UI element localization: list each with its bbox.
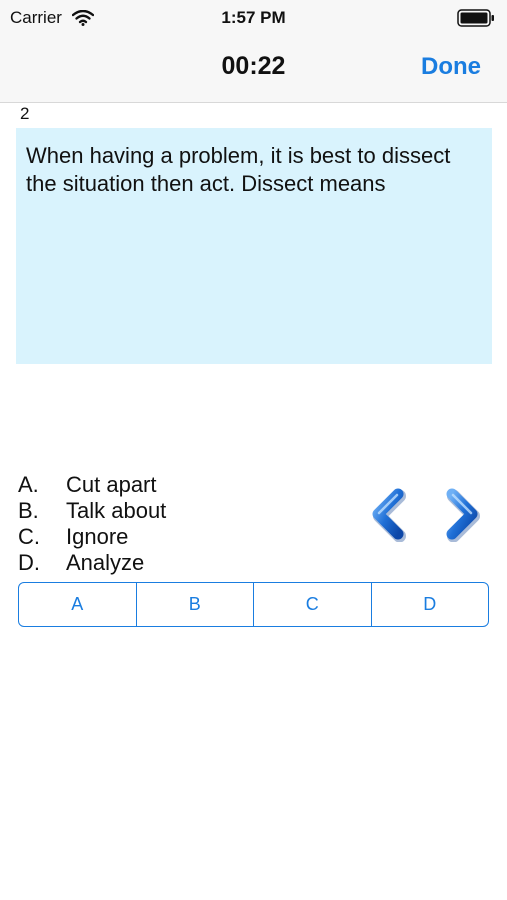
answer-letter: D. [18, 550, 40, 575]
choice-b-button[interactable]: B [137, 583, 254, 626]
question-number: 2 [20, 104, 30, 123]
chevron-right-icon[interactable] [440, 486, 484, 542]
answer-segmented-control: A B C D [18, 582, 489, 627]
navigation-bar: 00:22 Done [0, 36, 507, 103]
answer-text: Ignore [66, 524, 129, 549]
status-bar: Carrier 1:57 PM [0, 0, 507, 36]
answer-text: Cut apart [66, 472, 157, 497]
choice-d-button[interactable]: D [372, 583, 489, 626]
answer-option-a: A. Cut apart [18, 472, 166, 498]
answer-letter: A. [18, 472, 39, 497]
battery-icon [457, 9, 494, 27]
answer-letter: C. [18, 524, 40, 549]
choice-c-button[interactable]: C [254, 583, 372, 626]
chevron-left-icon[interactable] [366, 486, 410, 542]
answer-option-d: D. Analyze [18, 550, 166, 576]
answer-text: Analyze [66, 550, 145, 575]
choice-a-button[interactable]: A [19, 583, 137, 626]
question-text: When having a problem, it is best to dis… [16, 128, 492, 364]
answer-list: A. Cut apart B. Talk about C. Ignore D. … [18, 472, 166, 576]
answer-letter: B. [18, 498, 39, 523]
answer-option-c: C. Ignore [18, 524, 166, 550]
answer-option-b: B. Talk about [18, 498, 166, 524]
answer-text: Talk about [66, 498, 167, 523]
done-button[interactable]: Done [421, 53, 481, 81]
status-time: 1:57 PM [221, 8, 286, 27]
